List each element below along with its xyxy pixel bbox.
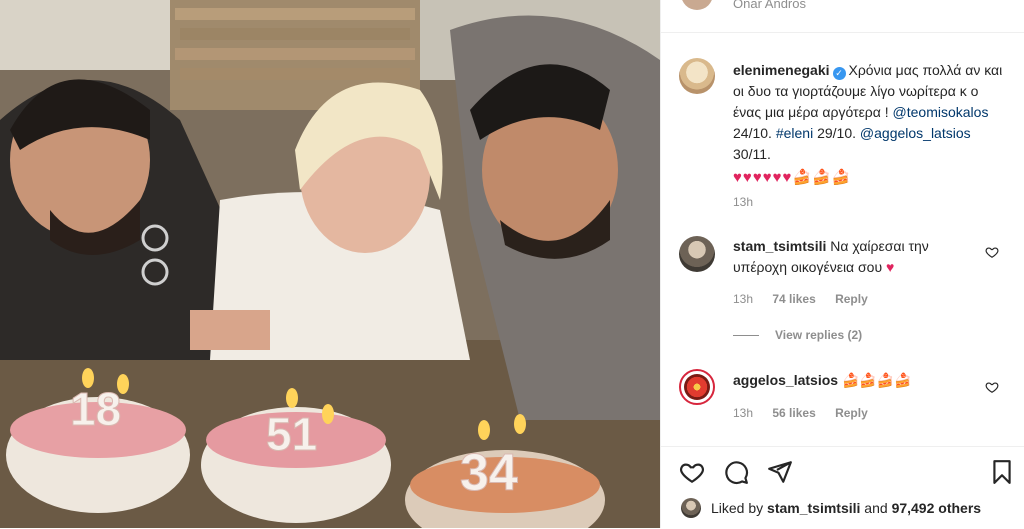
- likes-prefix: Liked by: [711, 500, 768, 516]
- post-side-panel: Onar Andros elenimenegaki ✓ Χρόνια μας πολ…: [660, 0, 1024, 528]
- verified-badge-icon: ✓: [832, 67, 846, 80]
- view-replies-button[interactable]: View replies (2): [733, 328, 862, 342]
- likes-count[interactable]: 97,492 others: [892, 500, 982, 516]
- caption-text: 30/11.: [733, 146, 771, 162]
- heart-emoji: ♥: [886, 259, 895, 275]
- comment-item: stam_tsimtsili Να χαίρεσαι την υπέροχη ο…: [733, 236, 983, 278]
- heart-icon[interactable]: [679, 459, 705, 485]
- comment-likes[interactable]: 56 likes: [772, 406, 815, 420]
- heart-icon[interactable]: [985, 245, 999, 259]
- caption-emoji-row: ♥♥♥♥♥♥🍰🍰🍰: [733, 167, 1003, 188]
- commenter-avatar[interactable]: [679, 369, 715, 405]
- author-username[interactable]: elenimenegaki: [733, 62, 830, 78]
- avatar[interactable]: [681, 0, 713, 10]
- cake-emoji: 🍰🍰🍰: [792, 169, 852, 186]
- mention-link[interactable]: @teomisokalos: [893, 104, 989, 120]
- candle-number-1: 18: [70, 383, 121, 435]
- previous-comment-name[interactable]: Onar Andros: [733, 0, 806, 11]
- divider: [733, 335, 759, 337]
- commenter-username[interactable]: aggelos_latsios: [733, 372, 838, 388]
- mention-link[interactable]: @aggelos_latsios: [860, 125, 971, 141]
- commenter-username[interactable]: stam_tsimtsili: [733, 238, 826, 254]
- post-caption: elenimenegaki ✓ Χρόνια μας πολλά αν και οι…: [733, 60, 1003, 188]
- heart-icon[interactable]: [985, 380, 999, 394]
- likes-middle: and: [860, 500, 892, 516]
- candle-number-2: 51: [266, 408, 317, 460]
- commenter-avatar[interactable]: [679, 236, 715, 272]
- share-icon[interactable]: [767, 459, 793, 485]
- comment-timestamp[interactable]: 13h: [733, 406, 753, 420]
- bookmark-icon[interactable]: [989, 459, 1015, 485]
- caption-timestamp[interactable]: 13h: [733, 195, 753, 209]
- liker-avatar[interactable]: [681, 498, 701, 518]
- comment-item: aggelos_latsios 🍰🍰🍰🍰: [733, 370, 983, 391]
- previous-comment-strip: Onar Andros: [661, 0, 1024, 33]
- likes-summary: Liked by stam_tsimtsili and 97,492 other…: [711, 500, 981, 516]
- post-photo[interactable]: 18 51 34: [0, 0, 660, 528]
- photo-scene: 18 51 34: [0, 0, 660, 528]
- reply-button[interactable]: Reply: [835, 292, 868, 306]
- comment-timestamp[interactable]: 13h: [733, 292, 753, 306]
- view-replies-label: View replies (2): [775, 328, 863, 342]
- hashtag-link[interactable]: #eleni: [776, 125, 813, 141]
- caption-text: 29/10.: [813, 125, 860, 141]
- heart-emoji: ♥♥♥♥♥♥: [733, 169, 793, 186]
- author-avatar[interactable]: [679, 58, 715, 94]
- avatar-image: [684, 374, 710, 400]
- cake-emoji: 🍰🍰🍰🍰: [841, 372, 912, 388]
- comment-meta: 13h 56 likes Reply: [733, 406, 884, 420]
- caption-text: 24/10.: [733, 125, 776, 141]
- comment-meta: 13h 74 likes Reply: [733, 292, 884, 306]
- action-bar: [661, 446, 1024, 529]
- comment-likes[interactable]: 74 likes: [772, 292, 815, 306]
- reply-button[interactable]: Reply: [835, 406, 868, 420]
- comment-icon[interactable]: [723, 459, 749, 485]
- liker-username[interactable]: stam_tsimtsili: [767, 500, 860, 516]
- candle-number-3: 34: [460, 444, 518, 502]
